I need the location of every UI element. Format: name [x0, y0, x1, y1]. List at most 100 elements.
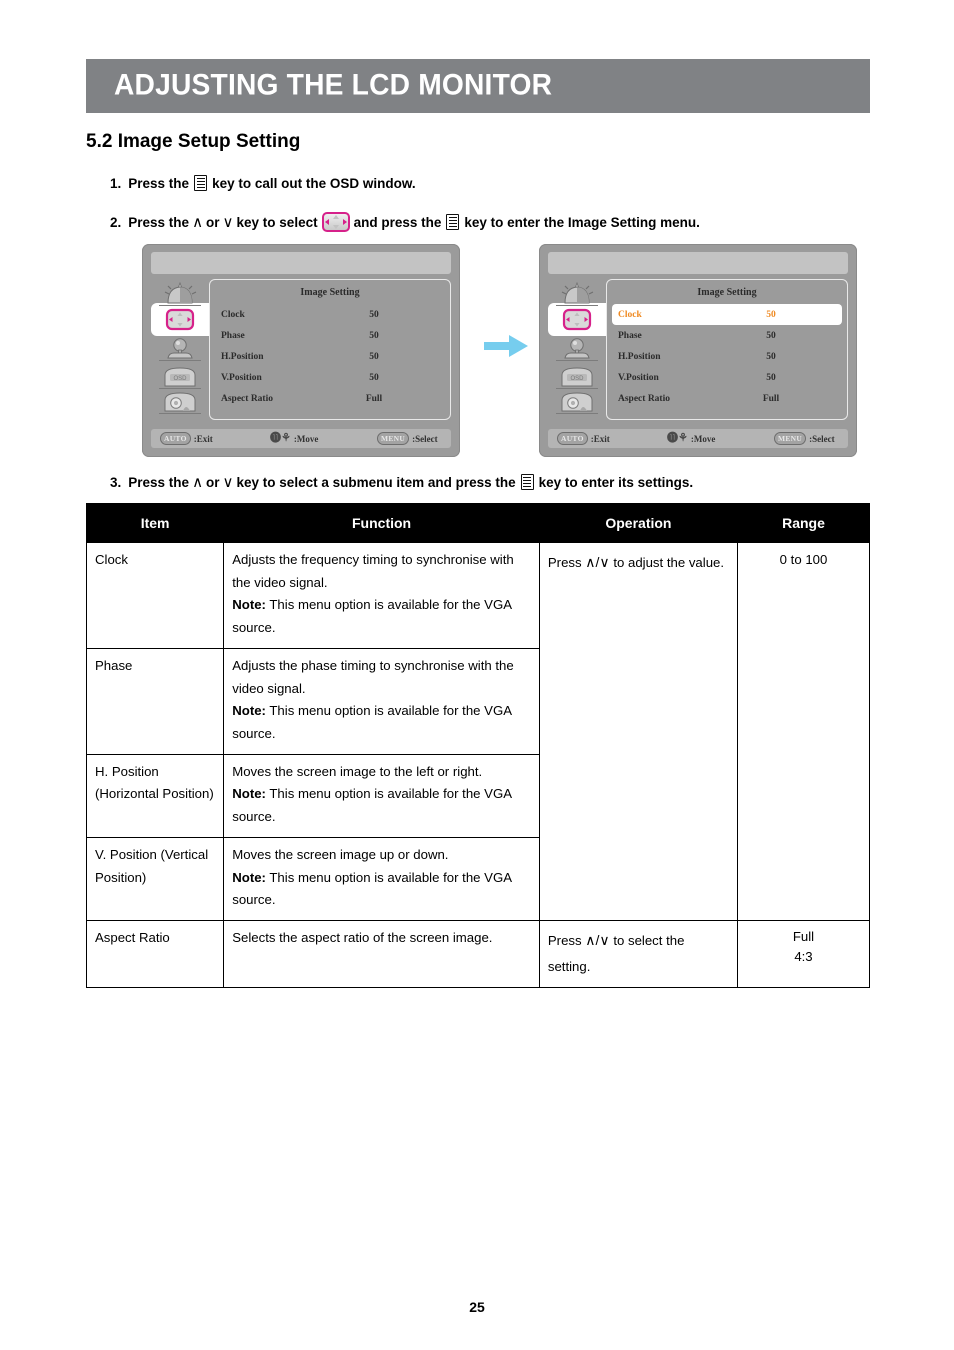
step-3: 3. Press the ∧ or ∨ key to select a subm…	[110, 474, 693, 490]
operation-keys: ∧/∨	[585, 554, 610, 571]
cell-item: V. Position (Vertical Position)	[85, 836, 225, 921]
column-header-item: Item	[85, 502, 225, 544]
function-text: Adjusts the frequency timing to synchron…	[232, 552, 514, 590]
move-keys-icon: ⓫⚘	[667, 432, 688, 444]
cell-function: Adjusts the phase timing to synchronise …	[223, 647, 540, 755]
osd-footer-select[interactable]: MENU :Select	[377, 432, 438, 445]
osd-row-h-position[interactable]: H.Position 50	[215, 346, 445, 367]
osd-row-v-position[interactable]: V.Position 50	[612, 367, 842, 388]
osd-row-h-position[interactable]: H.Position 50	[612, 346, 842, 367]
step-2-text-1: Press the	[128, 214, 190, 230]
osd-menu-title: Image Setting	[697, 287, 757, 298]
osd-footer-select-label: :Select	[809, 433, 835, 444]
sidebar-item-osd-setup[interactable]: OSD	[556, 364, 598, 389]
note-text: This menu option is available for the VG…	[232, 869, 512, 908]
osd-row-value: 50	[766, 309, 776, 320]
osd-footer-move-label: :Move	[293, 433, 319, 444]
table-row: Clock Adjusts the frequency timing to sy…	[85, 542, 871, 921]
cell-operation-adjust: Press ∧/∨ to adjust the value.	[538, 542, 738, 921]
column-header-range: Range	[736, 502, 871, 544]
osd-footer: AUTO :Exit ⓫⚘ :Move MENU :Select	[151, 429, 451, 448]
auto-key-pill: AUTO	[557, 432, 588, 445]
note-label: Note:	[232, 597, 266, 613]
sidebar-divider	[159, 359, 201, 361]
osd-sidebar: OSD	[151, 279, 209, 420]
right-arrow-icon	[484, 335, 528, 357]
operation-pre: Press	[547, 932, 582, 948]
osd-row-value: 50	[369, 372, 379, 383]
dpad-icon	[321, 212, 350, 232]
page-number: 25	[469, 1299, 485, 1315]
system-setup-icon	[561, 392, 593, 412]
cell-item: Aspect Ratio	[85, 919, 225, 988]
osd-row-phase[interactable]: Phase 50	[215, 325, 445, 346]
osd-footer-exit[interactable]: AUTO :Exit	[557, 432, 610, 445]
note-text: This menu option is available for the VG…	[232, 786, 512, 825]
osd-titlebar	[548, 252, 848, 274]
sidebar-item-system-setup[interactable]	[159, 389, 201, 414]
step-2: 2. Press the ∧ or ∨ key to select and pr…	[110, 212, 700, 232]
osd-body: OSD Image Setting Clock 50 Phase 50 H.Po…	[151, 279, 451, 420]
osd-footer: AUTO :Exit ⓫⚘ :Move MENU :Select	[548, 429, 848, 448]
operation-post: to adjust the value.	[613, 555, 725, 571]
sidebar-item-picture[interactable]	[556, 281, 598, 306]
osd-row-label: H.Position	[618, 351, 661, 362]
osd-row-clock[interactable]: Clock 50	[215, 304, 445, 325]
page-header-banner: ADJUSTING THE LCD MONITOR	[86, 59, 870, 113]
up-arrow-glyph: ∧	[192, 473, 204, 491]
osd-content: Image Setting Clock 50 Phase 50 H.Positi…	[209, 279, 451, 420]
function-note: Note: This menu option is available for …	[232, 594, 531, 639]
sidebar-item-osd-setup[interactable]: OSD	[159, 364, 201, 389]
step-2-text-2: key to select	[236, 214, 318, 230]
operation-adjust-text: Press ∧/∨ to adjust the value.	[548, 549, 729, 576]
picture-icon	[164, 281, 197, 304]
step-1: 1. Press the key to call out the OSD win…	[110, 175, 416, 191]
osd-row-value: 50	[766, 330, 776, 341]
range-option-4-3: 4:3	[794, 949, 813, 965]
sidebar-item-image-setup[interactable]	[159, 307, 201, 332]
function-note: Note: This menu option is available for …	[232, 700, 531, 745]
sidebar-item-display-setup[interactable]	[159, 336, 201, 361]
up-arrow-glyph: ∧	[192, 213, 204, 231]
display-setup-icon	[167, 338, 193, 359]
step-1-text-before: Press the	[128, 175, 190, 191]
range-options: Full 4:3	[746, 927, 861, 968]
sidebar-item-picture[interactable]	[159, 281, 201, 306]
osd-row-value: Full	[365, 393, 383, 404]
osd-footer-select[interactable]: MENU :Select	[774, 432, 835, 445]
sidebar-item-display-setup[interactable]	[556, 336, 598, 361]
step-1-number: 1.	[110, 175, 122, 191]
osd-row-clock-selected[interactable]: Clock 50	[612, 304, 842, 325]
function-text: Moves the screen image to the left or ri…	[232, 763, 483, 779]
function-note: Note: This menu option is available for …	[232, 867, 531, 912]
osd-menu-title: Image Setting	[300, 287, 360, 298]
system-setup-icon	[164, 392, 196, 412]
osd-footer-move[interactable]: ⓫⚘ :Move	[270, 433, 318, 444]
note-text: This menu option is available for the VG…	[232, 597, 512, 636]
note-text: This menu option is available for the VG…	[232, 703, 512, 741]
cell-range-adjust: 0 to 100	[736, 542, 871, 921]
operation-keys: ∧/∨	[585, 931, 610, 948]
osd-row-v-position[interactable]: V.Position 50	[215, 367, 445, 388]
osd-row-phase[interactable]: Phase 50	[612, 325, 842, 346]
cell-function: Selects the aspect ratio of the screen i…	[223, 919, 540, 988]
menu-key-icon	[446, 214, 460, 230]
osd-row-aspect-ratio[interactable]: Aspect Ratio Full	[215, 388, 445, 409]
menu-key-icon	[520, 474, 534, 490]
osd-row-value: 50	[369, 351, 379, 362]
sidebar-item-system-setup[interactable]	[556, 389, 598, 414]
note-label: Note:	[232, 703, 266, 719]
osd-footer-move[interactable]: ⓫⚘ :Move	[667, 433, 715, 444]
osd-row-label: Phase	[221, 330, 245, 341]
table-body: Clock Adjusts the frequency timing to sy…	[85, 542, 871, 988]
picture-icon	[561, 281, 594, 304]
osd-content: Image Setting Clock 50 Phase 50 H.Positi…	[606, 279, 848, 420]
cell-operation-select: Press ∧/∨ to select the setting.	[538, 919, 738, 988]
osd-row-label: Phase	[618, 330, 642, 341]
osd-footer-exit[interactable]: AUTO :Exit	[160, 432, 213, 445]
osd-footer-move-label: :Move	[690, 433, 716, 444]
osd-panel-before: OSD Image Setting Clock 50 Phase 50 H.Po…	[142, 244, 460, 457]
cell-range-select: Full 4:3	[736, 919, 871, 988]
osd-row-aspect-ratio[interactable]: Aspect Ratio Full	[612, 388, 842, 409]
sidebar-item-image-setup[interactable]	[556, 307, 598, 332]
